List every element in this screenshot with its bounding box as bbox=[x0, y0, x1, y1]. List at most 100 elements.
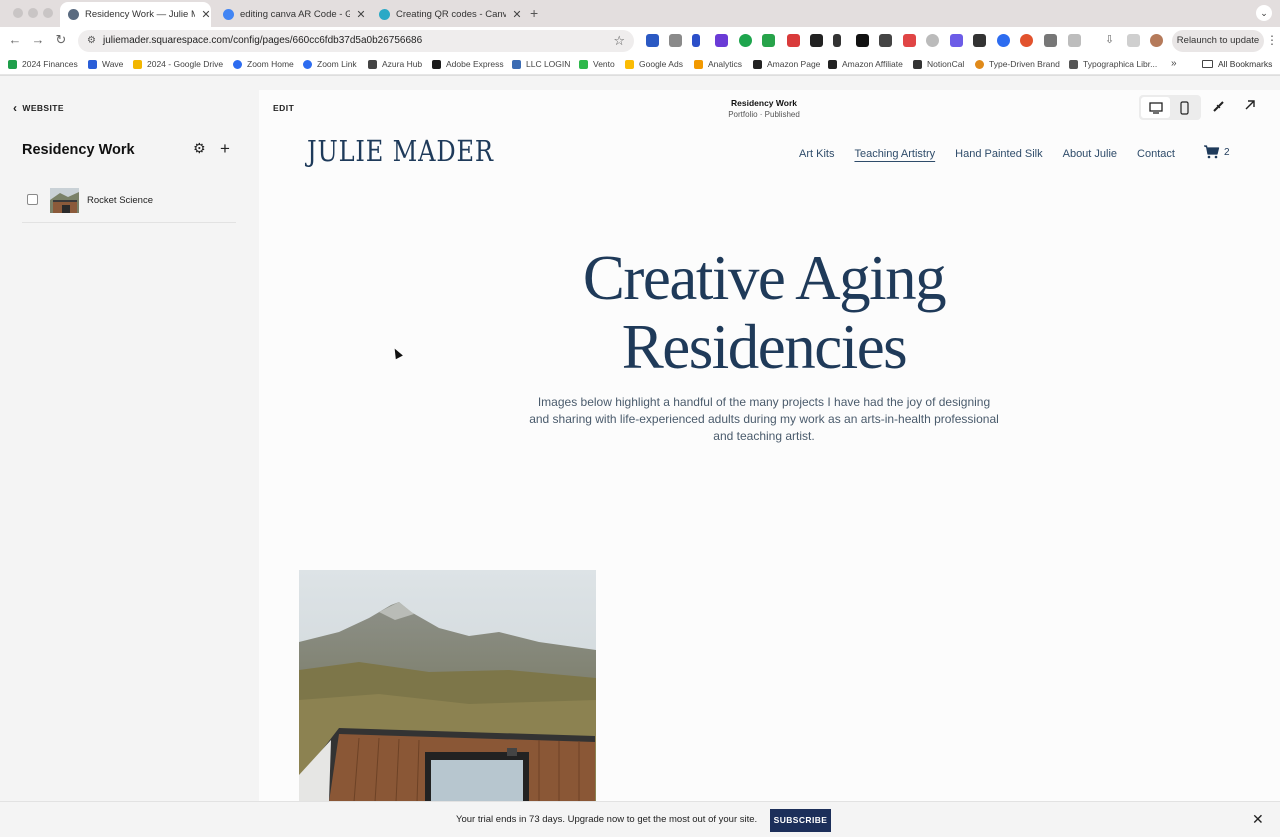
browser-tab-creating-qr-codes[interactable]: Creating QR codes - Canva H ✕ bbox=[371, 2, 527, 27]
apps-grid-icon[interactable] bbox=[810, 34, 823, 47]
notion-extension-icon[interactable] bbox=[879, 34, 892, 47]
close-tab-icon[interactable]: ✕ bbox=[201, 8, 211, 21]
tab-title: editing canva AR Code - Goo bbox=[240, 9, 350, 20]
side-panel-icon[interactable] bbox=[1127, 34, 1140, 47]
all-bookmarks-button[interactable]: All Bookmarks bbox=[1202, 59, 1272, 69]
subscribe-button[interactable]: SUBSCRIBE bbox=[770, 809, 831, 832]
nav-hand-painted-silk[interactable]: Hand Painted Silk bbox=[955, 148, 1042, 160]
bookmark-label: Type-Driven Brand bbox=[989, 59, 1060, 69]
site-logo[interactable]: JULIE MADER bbox=[307, 134, 494, 168]
canva-favicon-icon bbox=[379, 9, 390, 20]
extension-icon[interactable] bbox=[787, 34, 800, 47]
more-bookmarks-chevron-icon[interactable]: » bbox=[1171, 58, 1177, 69]
bookmark-2024-finances[interactable]: 2024 Finances bbox=[8, 59, 78, 69]
extension-icon[interactable] bbox=[1020, 34, 1033, 47]
download-icon[interactable]: ⇩ bbox=[1103, 34, 1116, 47]
nav-contact[interactable]: Contact bbox=[1137, 148, 1175, 160]
extension-icon[interactable] bbox=[762, 34, 775, 47]
azura-icon bbox=[368, 59, 377, 69]
zoom-extension-icon[interactable] bbox=[997, 34, 1010, 47]
bookmark-typographica[interactable]: Typographica Libr... bbox=[1069, 59, 1157, 69]
chevron-left-icon: ‹ bbox=[13, 101, 18, 115]
nav-about-julie[interactable]: About Julie bbox=[1063, 148, 1117, 160]
portfolio-image-rocket-science[interactable] bbox=[299, 570, 596, 801]
zoom-icon bbox=[303, 59, 312, 69]
bookmark-azura-hub[interactable]: Azura Hub bbox=[368, 59, 422, 69]
extension-icon[interactable] bbox=[646, 34, 659, 47]
close-tab-icon[interactable]: ✕ bbox=[512, 8, 522, 21]
cart-button[interactable]: 2 bbox=[1203, 145, 1230, 159]
compass-extension-icon[interactable] bbox=[926, 34, 939, 47]
new-tab-icon[interactable]: + bbox=[530, 5, 538, 21]
bookmark-type-driven-brand[interactable]: Type-Driven Brand bbox=[975, 59, 1060, 69]
bookmark-llc-login[interactable]: LLC LOGIN bbox=[512, 59, 570, 69]
bookmark-wave[interactable]: Wave bbox=[88, 59, 123, 69]
type-driven-icon bbox=[975, 59, 984, 69]
profile-avatar[interactable] bbox=[1150, 34, 1163, 47]
bookmark-label: Amazon Page bbox=[767, 59, 821, 69]
camera-extension-icon[interactable] bbox=[669, 34, 682, 47]
mountain-cabin-image bbox=[299, 570, 596, 801]
bookmark-label: Azura Hub bbox=[382, 59, 423, 69]
relaunch-to-update-button[interactable]: Relaunch to update bbox=[1172, 30, 1264, 52]
bookmark-extension-icon[interactable] bbox=[692, 34, 700, 47]
add-item-button[interactable]: + bbox=[214, 138, 236, 160]
bookmark-zoom-home[interactable]: Zoom Home bbox=[233, 59, 294, 69]
site-preview: EDIT Residency Work Portfolio · Publishe… bbox=[259, 90, 1280, 801]
eyedropper-icon[interactable] bbox=[833, 34, 841, 47]
bookmark-notioncal[interactable]: NotionCal bbox=[913, 59, 964, 69]
nav-art-kits[interactable]: Art Kits bbox=[799, 148, 834, 160]
window-close-dot[interactable] bbox=[13, 8, 23, 18]
brush-icon bbox=[1213, 101, 1224, 112]
bookmarks-bar: 2024 Finances Wave 2024 - Google Drive Z… bbox=[0, 55, 1280, 75]
reload-icon[interactable]: ↻ bbox=[53, 32, 69, 48]
llc-icon bbox=[512, 59, 521, 69]
bookmark-google-ads[interactable]: Google Ads bbox=[625, 59, 683, 69]
extension-icon[interactable] bbox=[973, 34, 986, 47]
back-arrow-icon[interactable]: ← bbox=[7, 32, 23, 47]
address-bar[interactable]: ⚙ juliemader.squarespace.com/config/page… bbox=[78, 30, 634, 52]
forward-arrow-icon[interactable]: → bbox=[30, 32, 46, 47]
window-minimize-dot[interactable] bbox=[28, 8, 38, 18]
font-extension-icon[interactable] bbox=[856, 34, 869, 47]
bookmark-analytics[interactable]: Analytics bbox=[694, 59, 742, 69]
window-zoom-dot[interactable] bbox=[43, 8, 53, 18]
bookmark-google-drive[interactable]: 2024 - Google Drive bbox=[133, 59, 223, 69]
close-banner-icon[interactable]: ✕ bbox=[1252, 811, 1264, 828]
site-styles-brush-icon[interactable] bbox=[1212, 100, 1225, 116]
bookmark-label: Vento bbox=[593, 59, 615, 69]
url-text[interactable]: juliemader.squarespace.com/config/pages/… bbox=[103, 35, 422, 46]
edit-button[interactable]: EDIT bbox=[273, 103, 294, 113]
browser-tab-editing-canva[interactable]: editing canva AR Code - Goo ✕ bbox=[215, 2, 367, 27]
mobile-view-button[interactable] bbox=[1170, 97, 1199, 118]
puzzle-extensions-icon[interactable] bbox=[1068, 34, 1081, 47]
close-tab-icon[interactable]: ✕ bbox=[356, 8, 366, 21]
grammarly-extension-icon[interactable] bbox=[739, 34, 752, 47]
open-site-arrow-icon[interactable] bbox=[1244, 99, 1256, 114]
item-checkbox[interactable] bbox=[27, 194, 38, 205]
bookmark-adobe-express[interactable]: Adobe Express bbox=[432, 59, 504, 69]
extension-icon[interactable] bbox=[1044, 34, 1057, 47]
extension-icon[interactable] bbox=[715, 34, 728, 47]
bookmark-label: 2024 Finances bbox=[22, 59, 78, 69]
site-info-icon[interactable]: ⚙ bbox=[87, 35, 96, 46]
desktop-view-button[interactable] bbox=[1141, 97, 1170, 118]
bookmark-amazon-affiliate[interactable]: Amazon Affiliate bbox=[828, 59, 903, 69]
bookmark-amazon-page[interactable]: Amazon Page bbox=[753, 59, 820, 69]
google-ads-icon bbox=[625, 59, 634, 69]
bookmark-zoom-link[interactable]: Zoom Link bbox=[303, 59, 357, 69]
nav-teaching-artistry[interactable]: Teaching Artistry bbox=[854, 148, 935, 160]
bookmark-label: LLC LOGIN bbox=[526, 59, 571, 69]
list-item[interactable]: Rocket Science bbox=[22, 184, 236, 223]
bookmark-star-icon[interactable]: ☆ bbox=[613, 33, 625, 49]
browser-toolbar: ← → ↻ ⚙ juliemader.squarespace.com/confi… bbox=[0, 27, 1280, 55]
more-menu-icon[interactable]: ⋮ bbox=[1266, 33, 1278, 47]
settings-gear-icon[interactable]: ⚙ bbox=[193, 140, 206, 157]
back-to-website-button[interactable]: ‹ WEBSITE bbox=[13, 101, 64, 115]
extension-icon[interactable] bbox=[950, 34, 963, 47]
tab-search-chevron-icon[interactable]: ⌄ bbox=[1256, 5, 1272, 21]
bookmark-vento[interactable]: Vento bbox=[579, 59, 615, 69]
extension-icon[interactable] bbox=[903, 34, 916, 47]
browser-tab-residency-work[interactable]: Residency Work — Julie Mad ✕ bbox=[60, 2, 211, 27]
bookmark-label: Typographica Libr... bbox=[1083, 59, 1158, 69]
